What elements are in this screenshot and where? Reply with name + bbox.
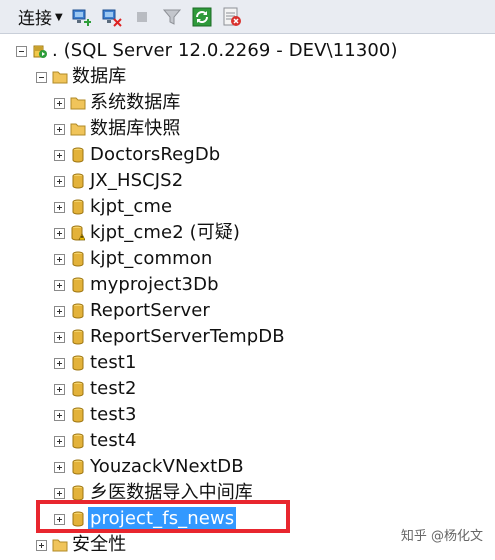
tree-node-security[interactable]: 安全性 <box>36 532 126 558</box>
expand-toggle[interactable] <box>54 253 65 265</box>
tree-node-database-suspect[interactable]: kjpt_cme2 (可疑) <box>54 220 240 246</box>
database-label: test3 <box>90 404 137 425</box>
server-label: . (SQL Server 12.0.2269 - DEV\11300) <box>52 40 398 61</box>
filter-icon[interactable] <box>161 6 183 28</box>
expand-toggle[interactable] <box>54 123 65 135</box>
expand-toggle[interactable] <box>54 175 65 187</box>
connect-dropdown[interactable]: 连接 ▼ <box>18 4 63 30</box>
activity-monitor-icon[interactable] <box>221 6 243 28</box>
tree-node-database[interactable]: myproject3Db <box>54 272 219 298</box>
tree-node-database[interactable]: ReportServerTempDB <box>54 324 285 350</box>
database-icon <box>70 407 86 423</box>
database-icon <box>70 459 86 475</box>
tree-node-database[interactable]: JX_HSCJS2 <box>54 168 183 194</box>
system-databases-label: 系统数据库 <box>90 92 181 113</box>
database-icon <box>70 277 86 293</box>
database-label: myproject3Db <box>90 274 219 295</box>
database-label: DoctorsRegDb <box>90 144 221 165</box>
database-icon <box>70 485 86 501</box>
expand-toggle[interactable] <box>54 513 65 525</box>
db-snapshots-label: 数据库快照 <box>90 118 181 139</box>
expand-toggle[interactable] <box>54 435 65 447</box>
database-label: ReportServer <box>90 300 210 321</box>
database-icon <box>70 147 86 163</box>
expand-toggle[interactable] <box>54 149 65 161</box>
chevron-down-icon: ▼ <box>55 12 63 23</box>
tree-node-database-selected[interactable]: project_fs_news <box>54 506 237 532</box>
expand-toggle[interactable] <box>54 383 65 395</box>
tree-node-database[interactable]: ReportServer <box>54 298 210 324</box>
database-label: kjpt_cme2 (可疑) <box>90 222 241 243</box>
expand-toggle[interactable] <box>54 331 65 343</box>
expand-toggle[interactable] <box>54 227 65 239</box>
watermark: 知乎 @杨化文 <box>400 529 483 544</box>
tree-node-database[interactable]: kjpt_cme <box>54 194 172 220</box>
database-icon <box>70 303 86 319</box>
tree-node-database[interactable]: test4 <box>54 428 137 454</box>
database-label: YouzackVNextDB <box>90 456 244 477</box>
collapse-toggle[interactable] <box>16 45 27 57</box>
database-icon <box>70 173 86 189</box>
tree-node-system-databases[interactable]: 系统数据库 <box>54 90 181 116</box>
database-warning-icon <box>70 225 86 241</box>
database-icon <box>70 511 86 527</box>
database-icon <box>70 355 86 371</box>
connect-label: 连接 <box>18 9 52 29</box>
tree-node-databases[interactable]: 数据库 <box>36 64 126 90</box>
collapse-toggle[interactable] <box>36 71 47 83</box>
expand-toggle[interactable] <box>54 97 65 109</box>
object-explorer-toolbar: 连接 ▼ <box>0 0 495 34</box>
object-explorer-tree: . (SQL Server 12.0.2269 - DEV\11300) 数据库… <box>0 36 495 560</box>
tree-node-database[interactable]: test2 <box>54 376 137 402</box>
expand-toggle[interactable] <box>54 487 65 499</box>
tree-node-database[interactable]: YouzackVNextDB <box>54 454 244 480</box>
folder-icon <box>52 69 68 85</box>
expand-toggle[interactable] <box>36 539 47 551</box>
tree-node-server[interactable]: . (SQL Server 12.0.2269 - DEV\11300) <box>16 38 398 64</box>
folder-icon <box>70 121 86 137</box>
refresh-icon[interactable] <box>191 6 213 28</box>
server-icon <box>32 43 48 59</box>
database-icon <box>70 433 86 449</box>
connect-server-icon[interactable] <box>71 6 93 28</box>
database-label: test1 <box>90 352 137 373</box>
stop-icon[interactable] <box>131 6 153 28</box>
database-label: test2 <box>90 378 137 399</box>
folder-icon <box>70 95 86 111</box>
expand-toggle[interactable] <box>54 409 65 421</box>
database-icon <box>70 381 86 397</box>
database-icon <box>70 199 86 215</box>
expand-toggle[interactable] <box>54 461 65 473</box>
tree-node-database[interactable]: 乡医数据导入中间库 <box>54 480 253 506</box>
tree-node-database[interactable]: kjpt_common <box>54 246 212 272</box>
database-label-selected: project_fs_news <box>88 507 237 531</box>
expand-toggle[interactable] <box>54 305 65 317</box>
tree-node-db-snapshots[interactable]: 数据库快照 <box>54 116 181 142</box>
tree-node-database[interactable]: DoctorsRegDb <box>54 142 220 168</box>
tree-node-database[interactable]: test1 <box>54 350 137 376</box>
database-label: kjpt_common <box>90 248 213 269</box>
database-label: 乡医数据导入中间库 <box>90 482 253 503</box>
database-label: JX_HSCJS2 <box>90 170 184 191</box>
security-folder-label: 安全性 <box>72 534 127 555</box>
databases-folder-label: 数据库 <box>72 66 127 87</box>
database-label: test4 <box>90 430 137 451</box>
expand-toggle[interactable] <box>54 279 65 291</box>
folder-icon <box>52 537 68 553</box>
database-icon <box>70 329 86 345</box>
database-label: ReportServerTempDB <box>90 326 285 347</box>
tree-node-database[interactable]: test3 <box>54 402 137 428</box>
database-label: kjpt_cme <box>90 196 173 217</box>
disconnect-icon[interactable] <box>101 6 123 28</box>
database-icon <box>70 251 86 267</box>
expand-toggle[interactable] <box>54 357 65 369</box>
expand-toggle[interactable] <box>54 201 65 213</box>
